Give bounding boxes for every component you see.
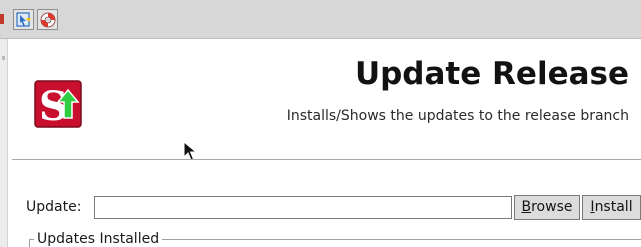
group-border-corner bbox=[29, 239, 30, 247]
page-subtitle: Installs/Shows the updates to the releas… bbox=[286, 108, 629, 124]
updates-installed-legend: Updates Installed bbox=[34, 231, 163, 247]
browse-mnemonic: B bbox=[521, 199, 532, 215]
install-label: nstall bbox=[594, 199, 633, 215]
header-divider bbox=[12, 159, 641, 161]
install-button[interactable]: Install bbox=[582, 195, 641, 220]
browse-button[interactable]: Browse bbox=[514, 195, 580, 220]
s-update-logo-icon: S bbox=[34, 80, 82, 130]
update-tool-button[interactable] bbox=[13, 9, 34, 30]
left-panel-edge bbox=[0, 39, 8, 247]
update-label: Update: bbox=[26, 199, 82, 215]
update-path-input[interactable] bbox=[94, 196, 512, 219]
browse-label: rowse bbox=[531, 199, 573, 215]
lifebuoy-icon bbox=[40, 12, 56, 28]
update-tool-icon bbox=[16, 12, 31, 27]
toolbar-edge-icon bbox=[0, 14, 4, 24]
page-title: Update Release bbox=[354, 56, 629, 92]
mouse-pointer-icon bbox=[183, 141, 197, 161]
toolbar bbox=[0, 0, 641, 39]
help-button[interactable] bbox=[37, 9, 58, 30]
